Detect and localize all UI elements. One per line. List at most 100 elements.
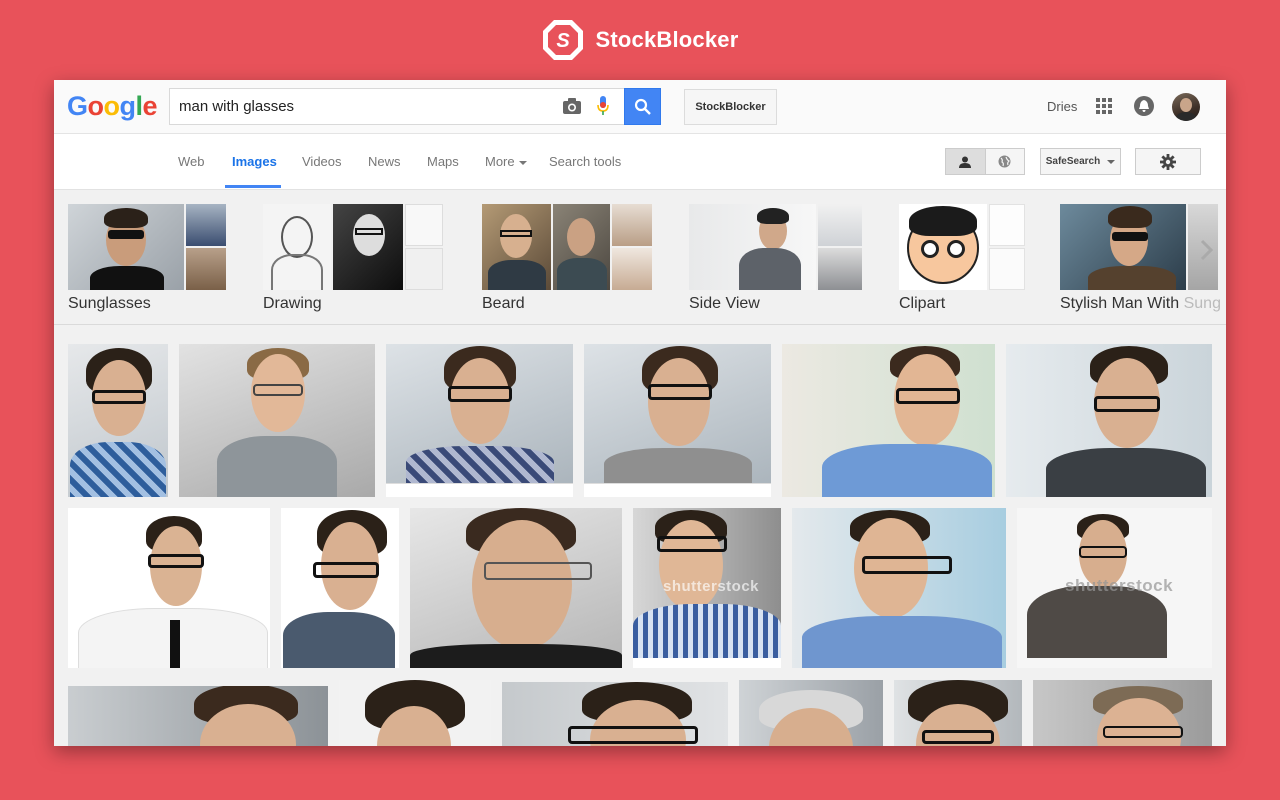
globe-icon [998,155,1011,168]
result-image[interactable] [179,344,375,497]
result-image[interactable] [410,508,622,668]
thumbnail-image [612,248,652,290]
result-image[interactable]: shutterstock [633,508,781,668]
related-searches: Sunglasses Drawing Beard Side View Clipa… [54,190,1226,325]
brand-header: S StockBlocker [0,18,1280,62]
search-input[interactable] [170,98,550,115]
related-thumbs [899,204,1025,290]
google-logo-letter: G [67,91,88,121]
related-item-stylish[interactable]: Stylish Man With Sung [1060,204,1221,313]
thumbnail-image [263,204,331,290]
related-item-drawing[interactable]: Drawing [263,204,443,313]
related-label: Clipart [899,295,946,312]
notifications-icon[interactable] [1134,96,1154,116]
private-results-toggle[interactable] [946,149,986,174]
related-label-faded: Sung [1183,295,1221,312]
related-label: Stylish Man With Sung [1060,295,1221,313]
google-logo-letter: l [135,91,144,121]
result-image[interactable] [68,686,328,746]
thumbnail-image [989,248,1025,290]
brand-name: StockBlocker [595,27,739,52]
tab-more-label: More [485,154,515,169]
tab-web[interactable]: Web [178,154,205,169]
result-image[interactable] [339,680,491,746]
watermark-text: shutterstock [1065,576,1174,595]
related-label: Beard [482,295,525,312]
stockblocker-logo-icon: S [543,20,584,60]
thumbnail-image [899,204,987,290]
related-item-clipart[interactable]: Clipart [899,204,1025,313]
thumbnail-image [405,248,443,290]
result-image[interactable] [1033,680,1212,746]
google-logo[interactable]: Google [67,91,158,122]
thumbnail-stack [186,204,226,290]
search-nav: Web Images Videos News Maps More Search … [54,134,1226,190]
thumbnail-image [405,204,443,246]
watermark-text: shutterstock [663,578,760,595]
thumbnail-image [186,248,226,290]
result-image[interactable] [782,344,995,497]
related-thumbs [482,204,652,290]
related-label: Drawing [263,295,322,312]
google-logo-letter: o [103,91,121,121]
public-results-toggle[interactable] [985,149,1024,174]
related-label: Sunglasses [68,295,151,312]
result-image[interactable] [894,680,1022,746]
google-logo-letter: e [142,91,158,121]
thumbnail-image [333,204,403,290]
related-item-sunglasses[interactable]: Sunglasses [68,204,226,313]
thumbnail-stack [989,204,1025,290]
chevron-down-icon [518,160,527,165]
search-icon [634,98,651,115]
tab-news[interactable]: News [368,154,401,169]
apps-grid-icon[interactable] [1096,98,1112,114]
chevron-right-icon[interactable] [1198,238,1214,262]
thumbnail-image [68,204,184,290]
browser-window: Google StockBlocker Dries [54,80,1226,746]
gear-icon [1160,153,1176,170]
search-tools-link[interactable]: Search tools [549,154,621,169]
result-image[interactable] [1006,344,1212,497]
tab-maps[interactable]: Maps [427,154,459,169]
safesearch-dropdown[interactable]: SafeSearch [1040,148,1121,175]
result-image[interactable] [386,344,573,497]
tab-more[interactable]: More [485,154,527,169]
safesearch-label: SafeSearch [1045,156,1101,167]
microphone-icon[interactable] [596,95,610,117]
result-image[interactable] [739,680,883,746]
result-image[interactable] [584,344,771,497]
result-image[interactable] [502,682,728,746]
thumbnail-stack [818,204,862,290]
svg-text:S: S [557,30,571,52]
result-image[interactable] [792,508,1006,668]
related-thumbs [263,204,443,290]
search-box [169,88,624,125]
related-item-beard[interactable]: Beard [482,204,652,313]
related-label: Side View [689,295,760,312]
thumbnail-image [818,204,862,246]
active-tab-indicator [225,185,281,188]
google-logo-letter: o [87,91,105,121]
camera-icon[interactable] [562,97,582,115]
account-name[interactable]: Dries [1047,99,1077,114]
thumbnail-stack [612,204,652,290]
thumbnail-image [186,204,226,246]
google-header: Google StockBlocker Dries [54,80,1226,134]
avatar[interactable] [1172,93,1200,121]
result-image[interactable] [68,344,168,497]
search-button[interactable] [624,88,661,125]
tab-images[interactable]: Images [232,154,277,169]
chevron-down-icon [1107,159,1116,164]
results-toggle [945,148,1025,175]
thumbnail-image [1060,204,1186,290]
related-item-side-view[interactable]: Side View [689,204,862,313]
thumbnail-image [689,204,816,290]
thumbnail-image [818,248,862,290]
result-image[interactable]: shutterstock [1017,508,1212,668]
stockblocker-button[interactable]: StockBlocker [684,89,777,125]
result-image[interactable] [281,508,399,668]
result-image[interactable] [68,508,270,668]
related-label-text: Stylish Man With [1060,295,1180,312]
tab-videos[interactable]: Videos [302,154,342,169]
settings-button[interactable] [1135,148,1201,175]
